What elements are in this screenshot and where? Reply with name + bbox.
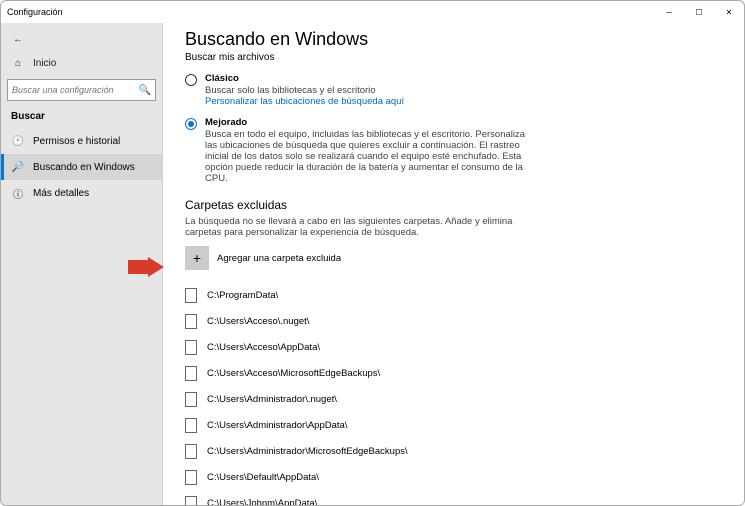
info-icon: ⓘ	[11, 186, 25, 201]
page-title: Buscando en Windows	[185, 29, 722, 50]
sidebar-item-permisos[interactable]: 🕑 Permisos e historial	[1, 128, 162, 154]
radio-option-mejorado[interactable]: Mejorado Busca en todo el equipo, inclui…	[185, 117, 722, 184]
sidebar-item-buscando[interactable]: 🔎 Buscando en Windows	[1, 154, 162, 180]
folder-icon	[185, 418, 197, 433]
sidebar-item-mas-detalles[interactable]: ⓘ Más detalles	[1, 180, 162, 206]
folder-icon	[185, 444, 197, 459]
excluded-folder-row[interactable]: C:\Users\Administrador\AppData\	[185, 412, 722, 438]
option-desc: Buscar solo las bibliotecas y el escrito…	[205, 85, 404, 96]
home-icon: ⌂	[11, 58, 25, 69]
plus-icon: +	[185, 246, 209, 270]
subheading: Buscar mis archivos	[185, 52, 722, 63]
excluded-folder-row[interactable]: C:\Users\Administrador\MicrosoftEdgeBack…	[185, 438, 722, 464]
minimize-button[interactable]: ─	[654, 1, 684, 23]
excluded-folder-row[interactable]: C:\Users\Acceso\AppData\	[185, 334, 722, 360]
add-excluded-folder[interactable]: + Agregar una carpeta excluida	[185, 246, 722, 270]
back-button[interactable]: ←	[1, 27, 162, 51]
excluded-folder-row[interactable]: C:\Users\Default\AppData\	[185, 464, 722, 490]
search-icon: 🔍	[139, 85, 151, 96]
folder-icon	[185, 392, 197, 407]
excluded-folder-row[interactable]: C:\Users\Acceso\.nuget\	[185, 308, 722, 334]
sidebar-item-label: Buscando en Windows	[33, 162, 135, 173]
close-button[interactable]: ✕	[714, 1, 744, 23]
sidebar-item-label: Más detalles	[33, 188, 89, 199]
excluded-folder-row[interactable]: C:\Users\Acceso\MicrosoftEdgeBackups\	[185, 360, 722, 386]
folder-path: C:\Users\Administrador\.nuget\	[207, 394, 337, 405]
window-title: Configuración	[7, 7, 63, 17]
folder-icon	[185, 314, 197, 329]
excluded-heading: Carpetas excluidas	[185, 198, 722, 212]
sidebar: ← ⌂ Inicio 🔍 Buscar 🕑 Permisos e histori…	[1, 23, 163, 505]
excluded-folder-row[interactable]: C:\Users\Johnm\AppData\	[185, 490, 722, 505]
folder-path: C:\ProgramData\	[207, 290, 278, 301]
folder-icon	[185, 340, 197, 355]
search-input-wrapper[interactable]: 🔍	[7, 79, 156, 101]
folder-path: C:\Users\Acceso\.nuget\	[207, 316, 309, 327]
add-label: Agregar una carpeta excluida	[217, 253, 341, 264]
folder-path: C:\Users\Administrador\MicrosoftEdgeBack…	[207, 446, 408, 457]
folder-path: C:\Users\Johnm\AppData\	[207, 498, 317, 506]
titlebar: Configuración ─ ☐ ✕	[1, 1, 744, 23]
radio-icon	[185, 74, 197, 86]
folder-icon	[185, 288, 197, 303]
sidebar-item-label: Permisos e historial	[33, 136, 120, 147]
folder-icon	[185, 470, 197, 485]
folder-icon	[185, 496, 197, 506]
option-title: Mejorado	[205, 117, 525, 128]
excluded-desc: La búsqueda no se llevará a cabo en las …	[185, 216, 525, 238]
content-area: Buscando en Windows Buscar mis archivos …	[163, 23, 744, 505]
radio-icon-selected	[185, 118, 197, 130]
search-windows-icon: 🔎	[11, 162, 25, 173]
excluded-folder-row[interactable]: C:\Users\Administrador\.nuget\	[185, 386, 722, 412]
option-title: Clásico	[205, 73, 404, 84]
back-icon: ←	[11, 34, 25, 45]
folder-path: C:\Users\Acceso\MicrosoftEdgeBackups\	[207, 368, 380, 379]
folder-path: C:\Users\Administrador\AppData\	[207, 420, 347, 431]
folder-path: C:\Users\Acceso\AppData\	[207, 342, 320, 353]
home-link[interactable]: ⌂ Inicio	[1, 51, 162, 75]
sidebar-section-label: Buscar	[1, 109, 162, 128]
option-desc: Busca en todo el equipo, incluidas las b…	[205, 129, 525, 184]
maximize-button[interactable]: ☐	[684, 1, 714, 23]
history-icon: 🕑	[11, 136, 25, 147]
customize-locations-link[interactable]: Personalizar las ubicaciones de búsqueda…	[205, 96, 404, 107]
search-input[interactable]	[12, 85, 139, 95]
folder-path: C:\Users\Default\AppData\	[207, 472, 319, 483]
radio-option-clasico[interactable]: Clásico Buscar solo las bibliotecas y el…	[185, 73, 722, 107]
home-label: Inicio	[33, 58, 56, 69]
folder-icon	[185, 366, 197, 381]
excluded-folder-row[interactable]: C:\ProgramData\	[185, 282, 722, 308]
